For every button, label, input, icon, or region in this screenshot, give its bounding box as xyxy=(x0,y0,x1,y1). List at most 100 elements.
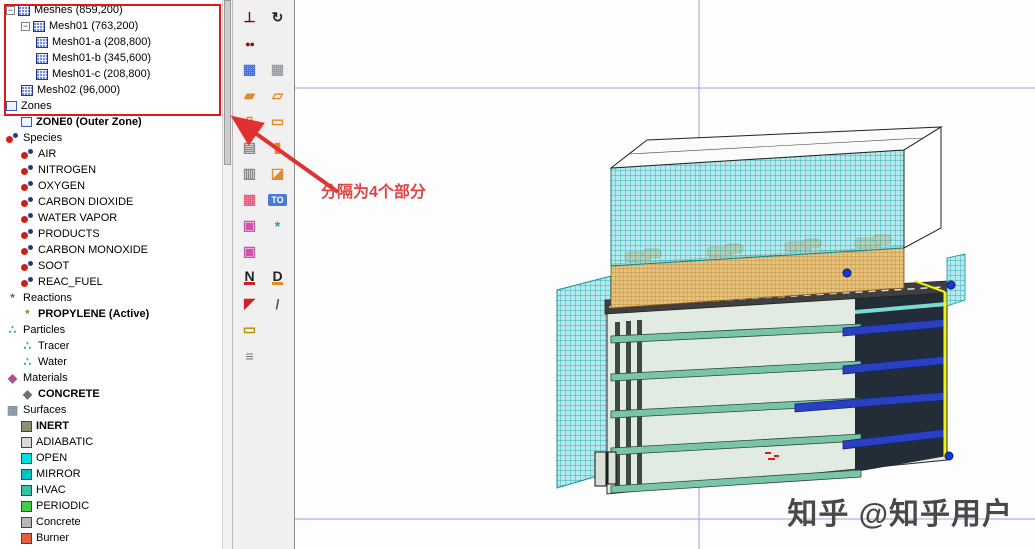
tree-item-inert[interactable]: INERT xyxy=(0,418,222,434)
species-icon xyxy=(21,276,34,289)
vent-grid-icon[interactable]: ▦ xyxy=(236,187,263,212)
species-icon xyxy=(6,132,19,145)
new-hole-icon[interactable]: D xyxy=(264,265,291,290)
tree-item-meshes-859-200[interactable]: − Meshes (859,200) xyxy=(0,2,222,18)
slab-outline-icon[interactable]: ▱ xyxy=(264,83,291,108)
surface-color-chip xyxy=(21,532,32,544)
building-model xyxy=(556,126,966,495)
tree-item-water[interactable]: ∴ Water xyxy=(0,354,222,370)
spheres-icon[interactable]: ●● xyxy=(236,31,263,56)
tree-item-label: Reactions xyxy=(23,292,72,304)
tree-item-surfaces[interactable]: ▦ Surfaces xyxy=(0,402,222,418)
tree-item-air[interactable]: AIR xyxy=(0,146,222,162)
tree-item-concrete[interactable]: ◆ CONCRETE xyxy=(0,386,222,402)
tree-scrollbar[interactable] xyxy=(222,0,233,549)
box-icon[interactable]: ▭ xyxy=(264,109,291,134)
wall-icon[interactable]: ▯ xyxy=(236,109,263,134)
surface-color-chip xyxy=(21,468,32,480)
tree-item-label: OXYGEN xyxy=(38,180,86,192)
tree-item-label: MIRROR xyxy=(36,468,81,480)
tree-item-zone0-outer-zone[interactable]: ZONE0 (Outer Zone) xyxy=(0,114,222,130)
hvac-node-icon[interactable]: ▣ xyxy=(236,239,263,264)
zone-icon xyxy=(6,101,17,111)
particles-icon: ∴ xyxy=(23,354,32,369)
tree-item-reactions[interactable]: * Reactions xyxy=(0,290,222,306)
tree-item-label: OPEN xyxy=(36,452,68,464)
tree-item-nitrogen[interactable]: NITROGEN xyxy=(0,162,222,178)
grid-table-icon[interactable]: ▦ xyxy=(264,57,291,82)
mesh-icon xyxy=(21,84,33,96)
tree-item-periodic[interactable]: PERIODIC xyxy=(0,498,222,514)
tree-item-label: PRODUCTS xyxy=(38,228,100,240)
tree-item-label: Burner xyxy=(36,532,70,544)
tree-item-propylene-active[interactable]: * PROPYLENE (Active) xyxy=(0,306,222,322)
tree-item-tracer[interactable]: ∴ Tracer xyxy=(0,338,222,354)
species-icon xyxy=(21,164,34,177)
tree-item-label: Mesh01 (763,200) xyxy=(49,20,139,32)
surface-color-chip xyxy=(21,452,32,464)
tree-item-mirror[interactable]: MIRROR xyxy=(0,466,222,482)
tree-item-label: WATER VAPOR xyxy=(38,212,118,224)
mesh-icon xyxy=(18,4,30,16)
to-label-icon[interactable]: TO xyxy=(264,187,291,212)
tree-item-carbon-dioxide[interactable]: CARBON DIOXIDE xyxy=(0,194,222,210)
tree-item-label: ADIABATIC xyxy=(36,436,94,448)
hvac-duct-icon[interactable]: ▣ xyxy=(236,213,263,238)
surface-color-chip xyxy=(21,516,32,528)
mesh-icon xyxy=(36,36,48,48)
ruler-icon-glyph: ▭ xyxy=(242,321,257,337)
tree-item-water-vapor[interactable]: WATER VAPOR xyxy=(0,210,222,226)
probe-icon[interactable]: / xyxy=(264,291,291,316)
wedge-icon[interactable]: ◪ xyxy=(264,161,291,186)
tree-item-mesh01-c-208-800[interactable]: Mesh01-c (208,800) xyxy=(0,66,222,82)
model-canvas[interactable] xyxy=(295,0,1035,549)
tree-item-carbon-monoxide[interactable]: CARBON MONOXIDE xyxy=(0,242,222,258)
sheet-icon[interactable]: ▤ xyxy=(236,135,263,160)
notes-icon[interactable]: ▥ xyxy=(236,161,263,186)
species-icon xyxy=(21,196,34,209)
pin-icon[interactable]: ⊥ xyxy=(236,5,263,30)
tree-item-hvac[interactable]: HVAC xyxy=(0,482,222,498)
tree-item-mesh01-763-200[interactable]: − Mesh01 (763,200) xyxy=(0,18,222,34)
panel-icon[interactable]: ▮ xyxy=(264,135,291,160)
tree-item-materials[interactable]: ◆ Materials xyxy=(0,370,222,386)
fan-icon[interactable]: * xyxy=(264,213,291,238)
tree-item-species[interactable]: Species xyxy=(0,130,222,146)
tree-item-label: PROPYLENE (Active) xyxy=(38,308,150,320)
tree-item-particles[interactable]: ∴ Particles xyxy=(0,322,222,338)
slider-icon[interactable]: ≡ xyxy=(236,343,263,368)
tree-item-label: Concrete xyxy=(36,516,81,528)
expander-icon[interactable]: − xyxy=(21,21,30,31)
ruler-icon[interactable]: ▭ xyxy=(236,317,263,342)
tree-item-open[interactable]: OPEN xyxy=(0,450,222,466)
box-icon-glyph: ▭ xyxy=(270,113,285,129)
tree-item-label: Meshes (859,200) xyxy=(34,4,123,16)
3d-viewport[interactable]: 知乎 @知乎用户 xyxy=(295,0,1035,549)
slab-icon[interactable]: ▰ xyxy=(236,83,263,108)
pin-icon-glyph: ⊥ xyxy=(243,9,256,25)
wedge-icon-glyph: ◪ xyxy=(270,165,285,181)
expander-icon[interactable]: − xyxy=(6,5,15,15)
tree-item-mesh01-a-208-800[interactable]: Mesh01-a (208,800) xyxy=(0,34,222,50)
reaction-icon: * xyxy=(25,306,30,321)
tree-item-zones[interactable]: Zones xyxy=(0,98,222,114)
geometry-toolbar: ⊥ ↻ ●● ▦ ▦ ▰ ▱ ▯ ▭ ▤ ▮ ▥ ◪ ▦ TO ▣ * ▣ N D ◤ / ▭ ≡ xyxy=(233,0,295,549)
tree-item-oxygen[interactable]: OXYGEN xyxy=(0,178,222,194)
species-icon xyxy=(21,244,34,257)
tree-item-concrete[interactable]: Concrete xyxy=(0,514,222,530)
tree-item-products[interactable]: PRODUCTS xyxy=(0,226,222,242)
tree-item-reac-fuel[interactable]: REAC_FUEL xyxy=(0,274,222,290)
tree-item-soot[interactable]: SOOT xyxy=(0,258,222,274)
tree-item-adiabatic[interactable]: ADIABATIC xyxy=(0,434,222,450)
mesh-cube-icon[interactable]: ▦ xyxy=(236,57,263,82)
paint-icon[interactable]: ◤ xyxy=(236,291,263,316)
tree-item-burner[interactable]: Burner xyxy=(0,530,222,546)
tree-item-mesh02-96-000[interactable]: Mesh02 (96,000) xyxy=(0,82,222,98)
rotate-view-icon[interactable]: ↻ xyxy=(264,5,291,30)
surface-color-chip xyxy=(21,436,32,448)
tree-item-label: Water xyxy=(38,356,67,368)
scrollbar-thumb[interactable] xyxy=(224,0,231,165)
new-obstruction-icon-glyph: N xyxy=(244,268,255,285)
tree-item-mesh01-b-345-600[interactable]: Mesh01-b (345,600) xyxy=(0,50,222,66)
new-obstruction-icon[interactable]: N xyxy=(236,265,263,290)
